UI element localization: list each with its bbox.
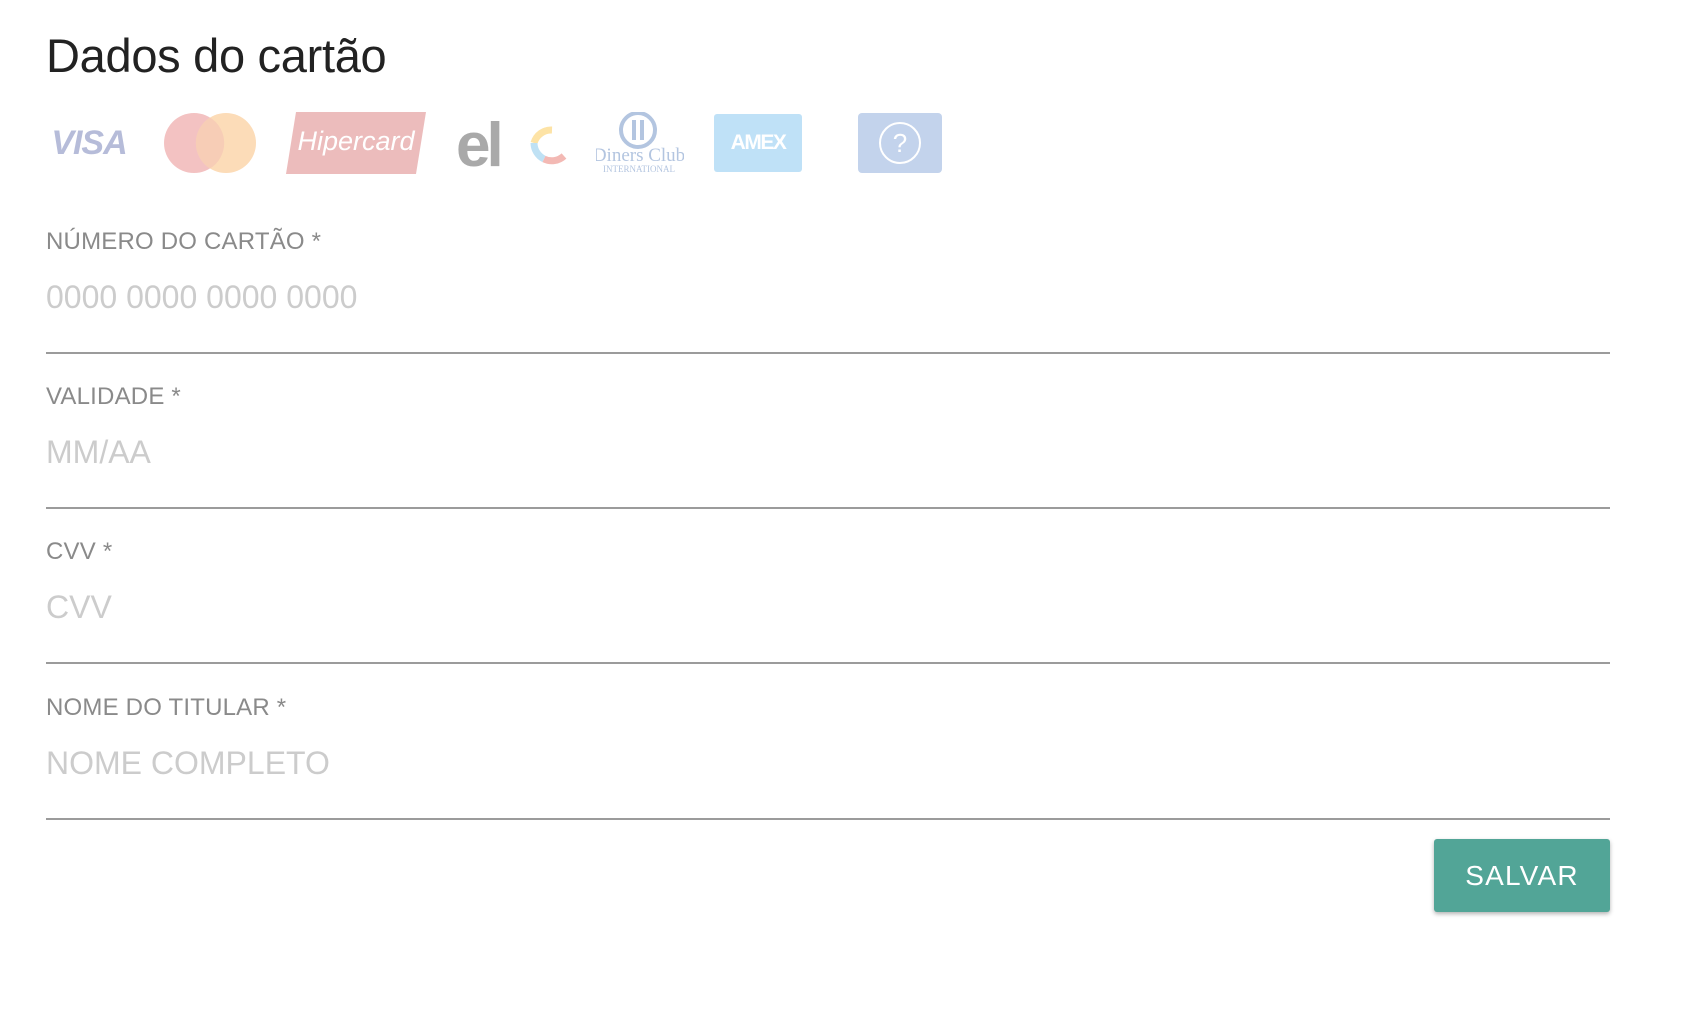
card-brands-row: VISA Hipercard el Diners Club INTERNATIO… [46,112,946,174]
card-form-page: Dados do cartão VISA Hipercard el Diners… [0,0,1682,1016]
expiry-input[interactable] [46,425,1610,479]
hipercard-logo-text: Hipercard [297,126,415,156]
expiry-label: VALIDADE * [46,383,181,410]
cvv-label: CVV * [46,538,113,565]
amex-logo-text: AMEX [730,131,787,154]
cvv-input[interactable] [46,580,1610,634]
amex-icon: AMEX [714,112,802,174]
visa-logo-text: VISA [51,123,127,162]
question-mark-text: ? [893,128,907,158]
holder-name-input[interactable] [46,736,1610,790]
question-icon: ? [858,112,942,174]
cvv-underline [46,662,1610,664]
diners-logo-text: Diners Club [596,145,684,166]
hipercard-icon: Hipercard [286,112,426,174]
save-button[interactable]: SALVAR [1434,839,1610,912]
svg-text:el: el [456,112,500,174]
page-title: Dados do cartão [46,29,387,82]
card-number-underline [46,352,1610,354]
holder-name-label: NOME DO TITULAR * [46,694,287,721]
mastercard-icon [162,112,258,174]
expiry-underline [46,507,1610,509]
holder-name-underline [46,818,1610,820]
card-number-label: NÚMERO DO CARTÃO * [46,228,322,255]
card-number-input[interactable] [46,270,1610,324]
elo-icon: el [456,112,572,174]
visa-icon: VISA [46,112,132,174]
diners-club-icon: Diners Club INTERNATIONAL [596,112,684,174]
diners-logo-subtext: INTERNATIONAL [603,164,675,174]
